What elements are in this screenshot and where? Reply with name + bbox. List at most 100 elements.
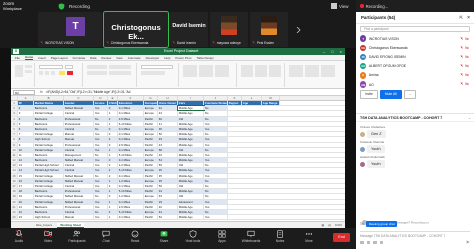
screenshot-icon[interactable] <box>379 241 384 244</box>
cell[interactable]: Middle Age <box>178 215 204 220</box>
recording-indicator[interactable]: Recording <box>69 4 90 9</box>
cell[interactable]: 0-1 Miles <box>118 158 144 163</box>
row-number[interactable]: 8 <box>11 137 18 142</box>
row-number[interactable]: 6 <box>11 126 18 132</box>
chat-message[interactable]: Hafsah Abdulmalik Youth <box>360 155 470 168</box>
page-layout-icon[interactable]: ▤ <box>328 223 331 227</box>
cell[interactable]: Marital Status <box>34 101 64 106</box>
conditional-formatting-button[interactable] <box>183 65 197 77</box>
toolbar-video-button[interactable]: Video <box>35 230 61 243</box>
row-number[interactable]: 3 <box>11 111 18 116</box>
cell[interactable]: 0-1 Miles <box>118 184 144 189</box>
cell[interactable]: No <box>204 147 228 152</box>
cell[interactable]: 43 <box>158 142 178 147</box>
cell[interactable]: Professional <box>64 189 94 194</box>
cell[interactable]: Skilled Manual <box>64 158 94 163</box>
cell[interactable]: 13 <box>18 163 34 168</box>
cell[interactable]: Professional <box>64 142 94 147</box>
cell[interactable]: Clerical <box>64 111 94 116</box>
cell[interactable]: 2 <box>108 116 118 121</box>
cell[interactable]: 19 <box>18 194 34 199</box>
cell[interactable]: Clerical <box>64 209 94 215</box>
cell[interactable]: 1 <box>108 111 118 116</box>
cell[interactable]: Middle Age <box>178 142 204 147</box>
cell[interactable]: 43 <box>158 111 178 116</box>
cell[interactable]: 60 <box>158 116 178 121</box>
cell[interactable]: Pacific <box>144 189 158 194</box>
toolbar-whiteboards-button[interactable]: Whiteboards <box>238 230 264 243</box>
cell[interactable]: 54 <box>158 158 178 163</box>
cell[interactable]: Skilled Manual <box>64 106 94 111</box>
name-box[interactable]: R2 <box>13 89 35 95</box>
video-off-icon[interactable] <box>465 36 469 41</box>
cell[interactable]: 15 <box>18 173 34 178</box>
row-number[interactable]: 14 <box>11 168 18 173</box>
recipient-select[interactable]: Meeting group chat <box>366 221 398 227</box>
column-header[interactable]: K <box>228 96 242 100</box>
column-header[interactable]: J <box>204 96 228 100</box>
cell[interactable]: Occupation <box>144 101 158 106</box>
cell[interactable]: Skilled Manual <box>64 194 94 199</box>
cell[interactable]: Yes <box>94 106 108 111</box>
participant-row[interactable]: AB AO <box>360 80 470 89</box>
zoom-level[interactable]: 100% <box>335 223 342 227</box>
close-icon[interactable]: × <box>467 15 470 21</box>
cell[interactable]: 5-10 Miles <box>118 189 144 194</box>
cell[interactable]: Middle Age <box>178 209 204 215</box>
ribbon-tab[interactable]: Formulas <box>73 56 86 60</box>
cell[interactable]: Yes <box>204 199 228 204</box>
column-header[interactable]: H <box>158 96 178 100</box>
chat-message[interactable]: Kolawole Olamide Youth <box>360 140 470 153</box>
cell[interactable]: Yes <box>94 215 108 220</box>
video-off-icon[interactable] <box>465 64 469 68</box>
cell[interactable]: Middle Age <box>178 111 204 116</box>
font-size-select[interactable] <box>65 65 73 69</box>
cell[interactable]: 58 <box>158 147 178 152</box>
chat-message[interactable]: Chinwe Chidiebere Gen Z <box>360 125 470 138</box>
cell[interactable]: Pacific <box>144 215 158 220</box>
cell[interactable]: Bachelors <box>34 116 64 121</box>
cell[interactable]: 21 <box>18 204 34 209</box>
cell[interactable]: 2 <box>108 168 118 173</box>
cell[interactable]: 11 <box>18 152 34 158</box>
row-number[interactable]: 9 <box>11 142 18 147</box>
cell[interactable]: 3 <box>18 111 34 116</box>
delete-cells-button[interactable] <box>255 65 267 77</box>
cell[interactable]: Bachelors <box>34 158 64 163</box>
cell[interactable]: 2 <box>108 163 118 168</box>
cell[interactable]: Bachelors <box>34 121 64 126</box>
column-header[interactable]: C <box>64 96 94 100</box>
cell[interactable]: 20 <box>18 199 34 204</box>
cell[interactable]: No <box>204 106 228 111</box>
cell[interactable]: Home Owner <box>158 101 178 106</box>
cell[interactable]: 0 <box>108 126 118 132</box>
cell[interactable]: 35 <box>158 178 178 183</box>
row-number[interactable]: 1 <box>11 101 18 106</box>
format-cells-button[interactable] <box>269 65 281 77</box>
cell[interactable]: 56 <box>158 184 178 189</box>
cell[interactable]: Professional <box>64 116 94 121</box>
cell[interactable]: 14 <box>18 168 34 173</box>
cell[interactable]: Professional <box>64 121 94 126</box>
mic-muted-icon[interactable] <box>460 82 464 86</box>
invite-button[interactable]: Invite <box>360 90 378 99</box>
toolbar-react-button[interactable]: React <box>122 230 148 243</box>
cell[interactable]: Age Range <box>262 101 280 106</box>
cell[interactable]: Adolescent <box>178 199 204 204</box>
cell[interactable]: 1-2 Miles <box>118 163 144 168</box>
cell[interactable]: 1 <box>108 147 118 152</box>
cell[interactable]: Yes <box>204 142 228 147</box>
cell[interactable]: Gender <box>64 101 94 106</box>
ribbon-tab[interactable]: Insert <box>38 56 46 60</box>
row-number[interactable]: 23 <box>11 215 18 220</box>
toolbar-host-tools-button[interactable]: Host tools <box>180 230 206 243</box>
cell[interactable]: Yes <box>94 163 108 168</box>
cell[interactable]: 35 <box>158 173 178 178</box>
cell[interactable]: Yes <box>94 199 108 204</box>
row-number[interactable]: 5 <box>11 121 18 126</box>
ribbon-tab[interactable]: Page Layout <box>51 56 68 60</box>
font-color-button[interactable] <box>67 71 73 75</box>
cell[interactable]: Europe <box>144 111 158 116</box>
insert-cells-button[interactable] <box>241 65 253 77</box>
cell[interactable]: No <box>204 184 228 189</box>
